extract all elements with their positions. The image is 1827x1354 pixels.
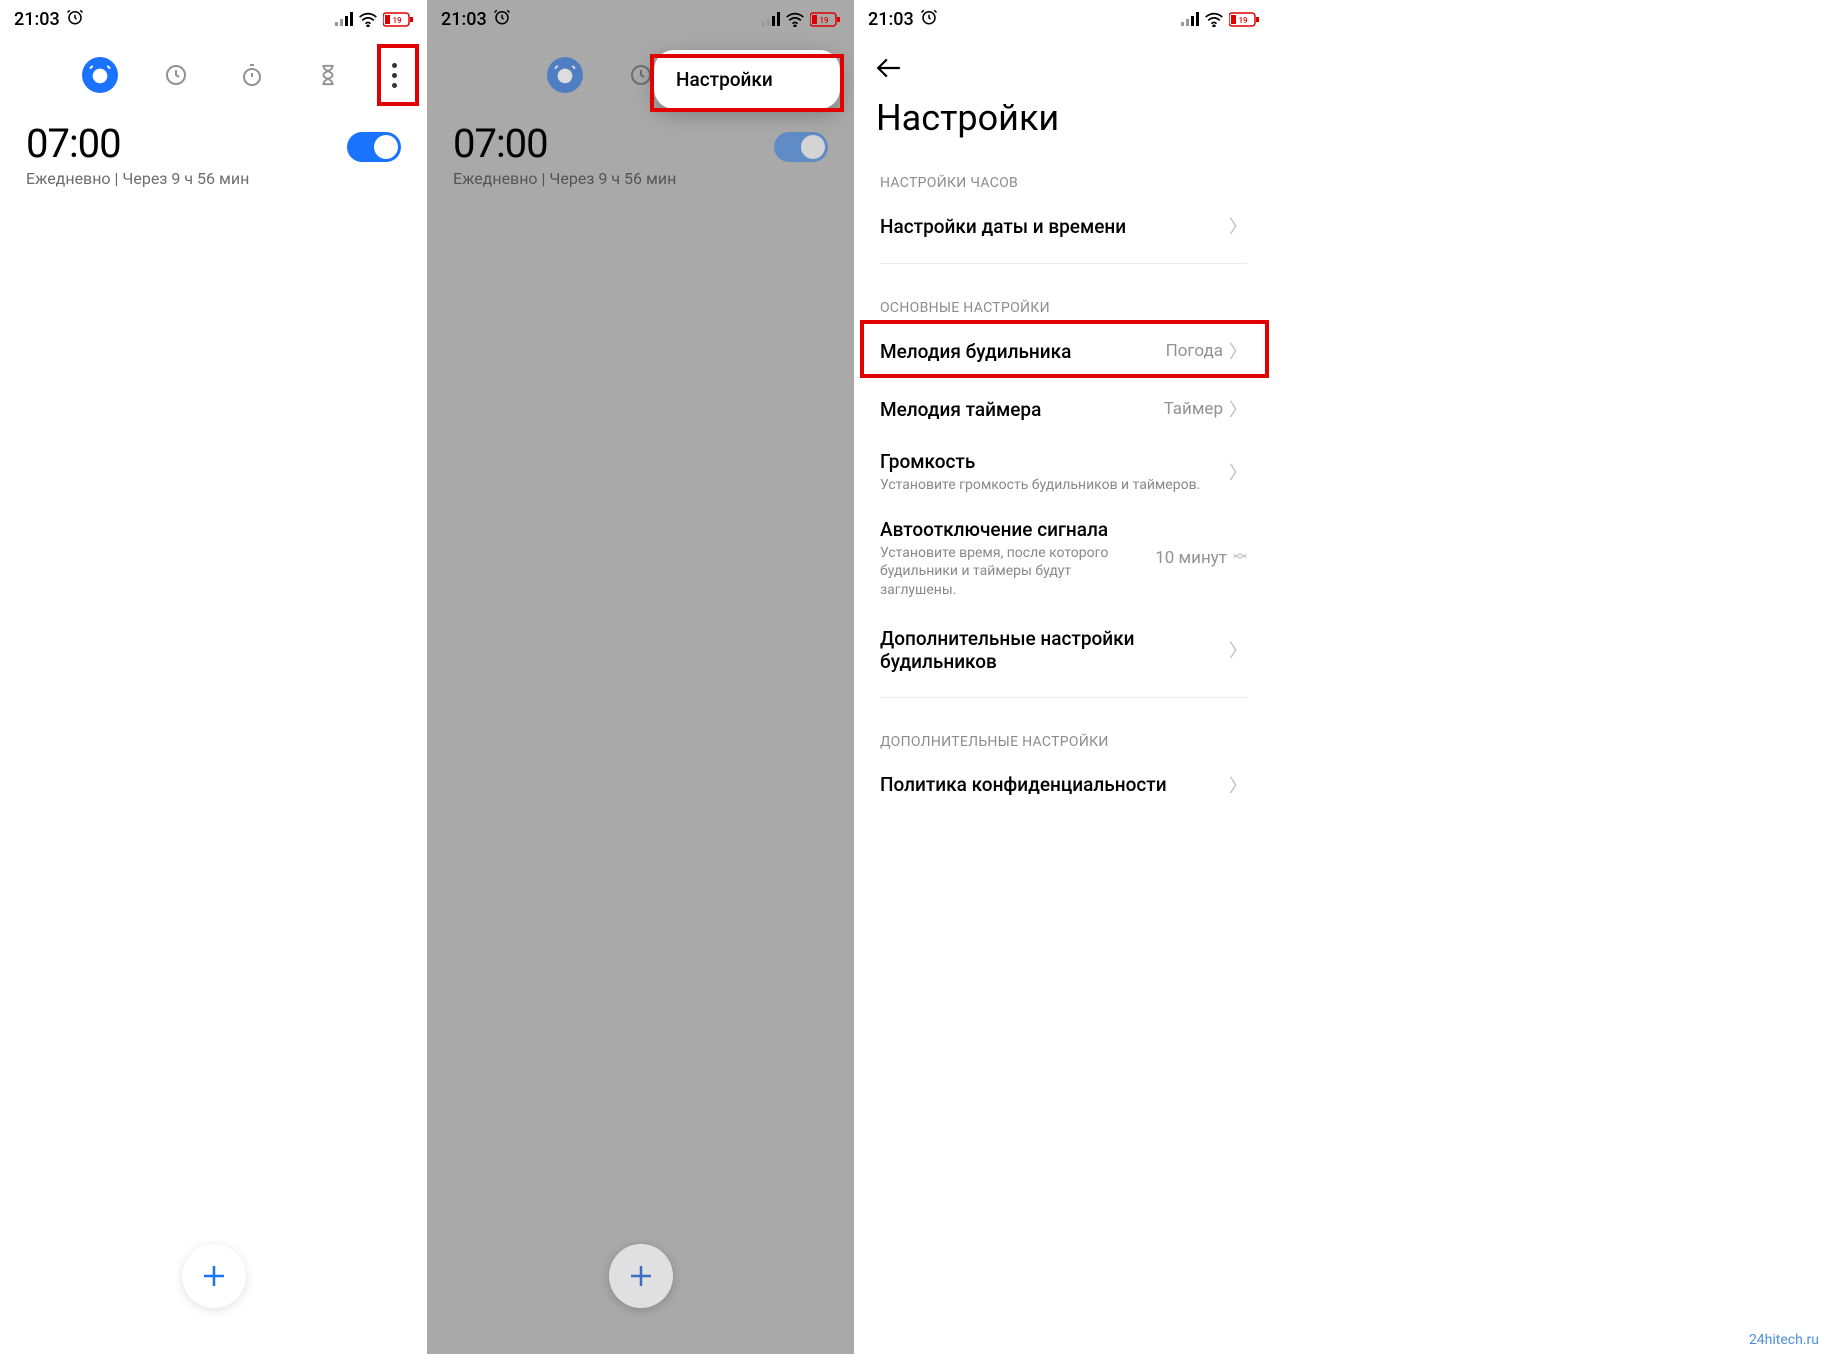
tab-alarm-icon[interactable] — [547, 57, 583, 93]
row-autooff-desc: Установите время, после которого будильн… — [880, 544, 1145, 599]
row-volume-desc: Установите громкость будильников и тайме… — [880, 476, 1219, 494]
svg-text:19: 19 — [819, 16, 829, 25]
section-extra-label: ДОПОЛНИТЕЛЬНЫЕ НАСТРОЙКИ — [854, 706, 1273, 756]
row-datetime-label: Настройки даты и времени — [880, 215, 1126, 238]
chevron-right-icon: 〉 — [1229, 637, 1247, 663]
alarm-toggle[interactable] — [347, 132, 401, 162]
chevron-right-icon: 〉 — [1229, 396, 1247, 422]
add-alarm-button[interactable] — [182, 1244, 246, 1308]
wifi-icon — [1204, 12, 1224, 27]
tab-timer-icon[interactable] — [310, 57, 346, 93]
signal-icon — [335, 12, 353, 26]
row-autooff-value: 10 минут — [1155, 548, 1227, 568]
row-extra-alarm[interactable]: Дополнительные настройки будильников 〉 — [854, 611, 1273, 689]
battery-icon: 19 — [1229, 12, 1259, 27]
row-timer-melody-value: Таймер — [1164, 399, 1223, 419]
alarm-status-icon — [920, 8, 938, 31]
alarm-time: 07:00 — [26, 120, 249, 167]
row-alarm-melody[interactable]: Мелодия будильника Погода 〉 — [854, 322, 1273, 380]
page-title: Настройки — [876, 97, 1251, 139]
row-volume-label: Громкость — [880, 450, 1219, 473]
watermark: 24hitech.ru — [1749, 1332, 1819, 1348]
section-main-label: ОСНОВНЫЕ НАСТРОЙКИ — [854, 272, 1273, 322]
updown-icon: ︿﹀ — [1233, 549, 1247, 569]
divider — [880, 697, 1247, 698]
status-bar: 21:03 19 — [0, 0, 427, 38]
clock-tabs — [0, 38, 427, 112]
row-privacy[interactable]: Политика конфиденциальности 〉 — [854, 756, 1273, 814]
svg-text:19: 19 — [1238, 16, 1248, 25]
row-volume[interactable]: Громкость Установите громкость будильник… — [854, 438, 1273, 506]
status-time: 21:03 — [868, 9, 914, 30]
status-bar: 21:03 19 — [427, 0, 854, 38]
chevron-right-icon: 〉 — [1229, 772, 1247, 798]
alarm-row[interactable]: 07:00 Ежедневно | Через 9 ч 56 мин — [427, 112, 854, 188]
more-menu-button[interactable] — [379, 60, 409, 90]
chevron-right-icon: 〉 — [1229, 213, 1247, 239]
alarm-toggle[interactable] — [774, 132, 828, 162]
alarm-status-icon — [66, 8, 84, 31]
tab-alarm-icon[interactable] — [82, 57, 118, 93]
alarm-status-icon — [493, 8, 511, 31]
alarm-subtitle: Ежедневно | Через 9 ч 56 мин — [26, 169, 249, 188]
row-privacy-label: Политика конфиденциальности — [880, 773, 1167, 796]
chevron-right-icon: 〉 — [1229, 459, 1247, 485]
screen-settings: 21:03 19 Настройки НАСТРОЙКИ ЧАСОВ Настр… — [854, 0, 1273, 1354]
section-clock-label: НАСТРОЙКИ ЧАСОВ — [854, 147, 1273, 197]
wifi-icon — [785, 12, 805, 27]
screen-alarm: 21:03 19 — [0, 0, 427, 1354]
screen-alarm-menu-open: 21:03 19 07:00 — [427, 0, 854, 1354]
overflow-menu: Настройки — [654, 50, 840, 109]
alarm-time: 07:00 — [453, 120, 676, 167]
status-bar: 21:03 19 — [854, 0, 1273, 38]
add-alarm-button[interactable] — [609, 1244, 673, 1308]
svg-text:19: 19 — [392, 16, 402, 25]
alarm-row[interactable]: 07:00 Ежедневно | Через 9 ч 56 мин — [0, 112, 427, 188]
signal-icon — [1181, 12, 1199, 26]
row-autooff-label: Автоотключение сигнала — [880, 518, 1145, 541]
alarm-subtitle: Ежедневно | Через 9 ч 56 мин — [453, 169, 676, 188]
menu-item-settings[interactable]: Настройки — [676, 68, 818, 91]
back-button[interactable] — [876, 52, 902, 85]
wifi-icon — [358, 12, 378, 27]
row-datetime[interactable]: Настройки даты и времени 〉 — [854, 197, 1273, 255]
battery-icon: 19 — [383, 12, 413, 27]
row-alarm-melody-value: Погода — [1166, 341, 1223, 361]
row-alarm-melody-label: Мелодия будильника — [880, 340, 1071, 363]
battery-icon: 19 — [810, 12, 840, 27]
row-timer-melody[interactable]: Мелодия таймера Таймер 〉 — [854, 380, 1273, 438]
chevron-right-icon: 〉 — [1229, 338, 1247, 364]
row-extra-alarm-label: Дополнительные настройки будильников — [880, 627, 1229, 673]
row-autooff[interactable]: Автоотключение сигнала Установите время,… — [854, 506, 1273, 611]
divider — [880, 263, 1247, 264]
status-time: 21:03 — [441, 9, 487, 30]
status-time: 21:03 — [14, 9, 60, 30]
tab-clock-icon[interactable] — [158, 57, 194, 93]
signal-icon — [762, 12, 780, 26]
tab-stopwatch-icon[interactable] — [234, 57, 270, 93]
row-timer-melody-label: Мелодия таймера — [880, 398, 1041, 421]
